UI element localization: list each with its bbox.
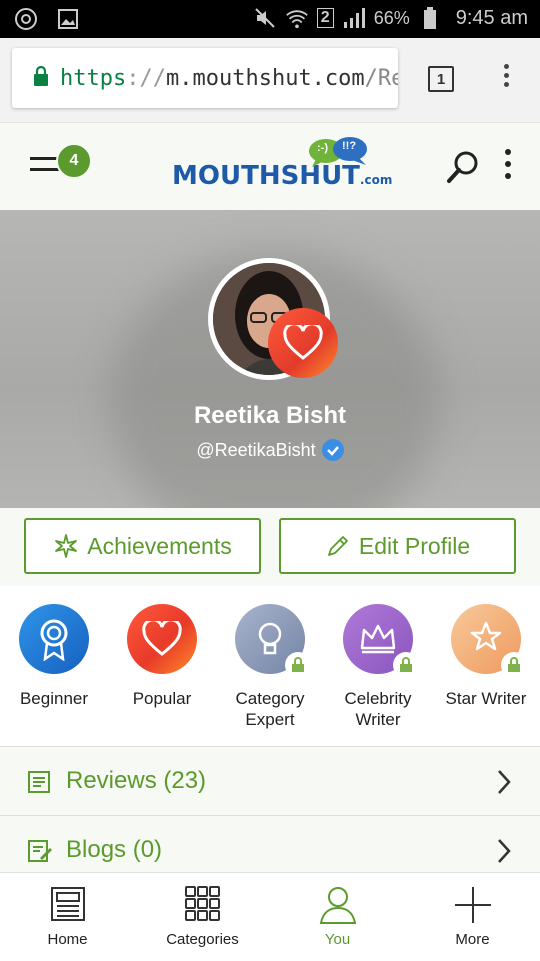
bottom-navigation: Home Categories You More [0, 872, 540, 961]
chevron-right-icon [496, 838, 512, 869]
overflow-menu-button[interactable] [500, 149, 516, 185]
blogs-label: Blogs (0) [66, 836, 163, 863]
badges-strip: Beginner Popular Category Expert Celebrit… [0, 586, 540, 747]
reviews-row[interactable]: Reviews (23) [0, 747, 540, 816]
nav-categories[interactable]: Categories [135, 873, 270, 961]
status-bar: 2 66% 9:45 am [0, 0, 540, 38]
newspaper-icon [0, 885, 135, 925]
badge-label: Category Expert [216, 688, 324, 730]
dot-icon [503, 82, 509, 87]
nav-more-label: More [455, 931, 490, 948]
achievements-label: Achievements [87, 532, 232, 559]
url-scheme: https [60, 65, 127, 91]
lightbulb-icon [258, 622, 282, 655]
logo-suffix: .com [359, 173, 393, 187]
lock-icon [501, 652, 527, 678]
dot-icon [503, 64, 509, 69]
user-icon [270, 885, 405, 925]
signal-icon [342, 6, 366, 30]
bubble-smiley: :-) [317, 142, 328, 154]
profile-handle-row: @ReetikaBisht [0, 439, 540, 462]
nav-home[interactable]: Home [0, 873, 135, 961]
crown-icon [360, 624, 396, 654]
dot-icon [505, 173, 511, 179]
lock-icon [393, 652, 419, 678]
reviews-icon [26, 769, 52, 800]
mouthshut-logo[interactable]: MOUTHSHUT.com :-) !!? [170, 135, 392, 201]
badge-label: Celebrity Writer [324, 688, 432, 730]
browser-menu-button[interactable] [496, 64, 516, 94]
dot-icon [503, 73, 509, 78]
achievements-button[interactable]: Achievements [24, 518, 261, 574]
badge-label: Beginner [19, 689, 89, 708]
nav-home-label: Home [47, 931, 88, 948]
plus-icon [405, 885, 540, 925]
badge-label-line2: Expert [245, 710, 295, 729]
mute-icon [253, 6, 277, 30]
nav-more[interactable]: More [405, 873, 540, 961]
tab-switcher-button[interactable]: 1 [428, 66, 454, 92]
url-text: https://m.mouthshut.com/Reet [60, 66, 398, 91]
badge-circle [127, 604, 197, 674]
heart-icon [283, 325, 323, 360]
sim-indicator: 2 [316, 8, 334, 28]
badge-star-writer[interactable]: Star Writer [432, 604, 540, 709]
badge-category-expert[interactable]: Category Expert [216, 604, 324, 730]
grid-icon [135, 885, 270, 925]
star-burst-icon [55, 534, 78, 558]
badge-label-line1: Category [235, 689, 305, 708]
badge-circle [451, 604, 527, 678]
url-host: m.mouthshut.com [165, 65, 365, 91]
app-header: 4 MOUTHSHUT.com :-) !!? [0, 122, 540, 211]
nav-you[interactable]: You [270, 873, 405, 961]
address-bar[interactable]: https://m.mouthshut.com/Reet [12, 48, 398, 108]
url-path: /Reet [364, 65, 398, 91]
browser-toolbar: https://m.mouthshut.com/Reet 1 [0, 38, 540, 122]
clock: 9:45 am [455, 6, 528, 29]
nav-you-label: You [324, 931, 351, 948]
battery-icon [418, 6, 442, 30]
speech-bubbles-icon [309, 137, 367, 167]
badge-beginner[interactable]: Beginner [0, 604, 108, 709]
profile-cover: Reetika Bisht @ReetikaBisht [0, 210, 540, 508]
star-trophy-icon [470, 621, 502, 651]
reviews-label: Reviews (23) [66, 767, 207, 794]
search-icon [447, 151, 478, 183]
profile-handle: @ReetikaBisht [196, 440, 316, 460]
badge-label: Star Writer [445, 689, 527, 708]
dot-icon [505, 161, 511, 167]
badge-celebrity-writer[interactable]: Celebrity Writer [324, 604, 432, 730]
blogs-icon [26, 838, 52, 869]
chevron-right-icon [496, 769, 512, 800]
notification-badge[interactable]: 4 [56, 143, 92, 179]
badge-circle [19, 604, 89, 674]
badge-label-line2: Writer [355, 710, 401, 729]
badge-label: Popular [132, 689, 192, 708]
chrome-icon [14, 7, 38, 31]
search-button[interactable] [446, 149, 482, 190]
badge-circle [235, 604, 311, 678]
badge-popular[interactable]: Popular [108, 604, 216, 709]
url-separator: :// [126, 65, 166, 91]
wifi-icon [285, 6, 309, 30]
badge-label-line1: Celebrity [344, 689, 412, 708]
lock-icon [285, 652, 311, 678]
profile-name: Reetika Bisht [193, 402, 347, 429]
badge-circle [343, 604, 419, 678]
popular-heart-badge [268, 308, 338, 378]
dot-icon [505, 149, 511, 155]
ribbon-icon [40, 619, 68, 661]
profile-actions: Achievements Edit Profile [0, 508, 540, 587]
verified-icon [321, 439, 344, 462]
nav-categories-label: Categories [166, 931, 239, 948]
pencil-icon [327, 536, 348, 556]
edit-profile-button[interactable]: Edit Profile [279, 518, 516, 574]
bubble-exclaim: !!? [342, 140, 357, 152]
edit-profile-label: Edit Profile [358, 532, 471, 559]
battery-percent: 66% [373, 7, 410, 28]
lock-icon [32, 65, 50, 92]
gallery-icon [56, 7, 80, 31]
heart-icon [142, 621, 182, 656]
